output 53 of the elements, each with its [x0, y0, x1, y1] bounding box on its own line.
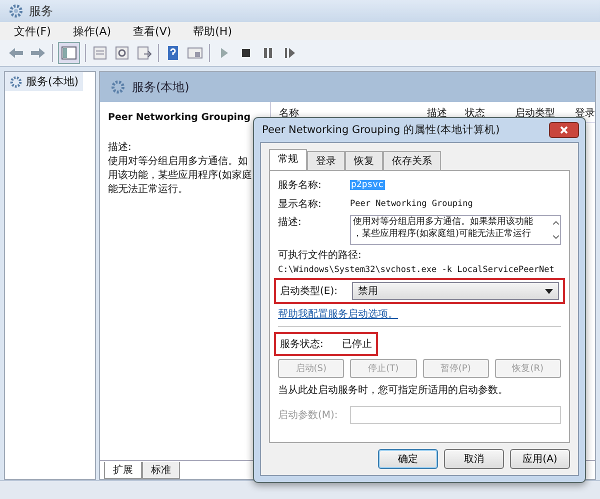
path-value: C:\Windows\System32\svchost.exe -k LocalServicePeerNet: [278, 265, 556, 275]
description-text: 用该功能，某些应用程序(如家庭: [108, 169, 253, 183]
menu-item[interactable]: 查看(V): [133, 24, 172, 38]
path-label: 可执行文件的路径:: [278, 248, 362, 262]
column-header[interactable]: 名称: [271, 106, 419, 120]
tree-item[interactable]: 服务(本地): [5, 72, 83, 91]
help-icon[interactable]: [165, 45, 181, 61]
column-header[interactable]: 启动类型: [507, 106, 567, 120]
back-arrow-icon[interactable]: [8, 45, 24, 61]
field-label: 服务名称:: [278, 179, 322, 192]
help-link[interactable]: 帮助我配置服务启动选项。: [278, 307, 398, 321]
dialog-button[interactable]: 取消: [444, 449, 504, 469]
dropdown-arrow-icon: [545, 288, 553, 294]
properties-icon[interactable]: [92, 45, 108, 61]
menu-item[interactable]: 操作(A): [72, 24, 112, 38]
description-text: 能无法正常运行。: [108, 183, 189, 197]
display-name-value: Peer Networking Grouping: [350, 199, 473, 209]
menu-item[interactable]: 帮助(H): [193, 24, 232, 38]
column-header[interactable]: 描述: [419, 106, 457, 120]
forward-arrow-icon[interactable]: [30, 45, 46, 61]
description-text: 使用对等分组启用多方通信。如: [108, 155, 249, 169]
pane-title: 服务(本地): [132, 78, 190, 96]
export-icon[interactable]: [136, 45, 152, 61]
close-button[interactable]: [549, 122, 579, 138]
service-name-value: p2psvc: [350, 180, 385, 190]
window-title: 服务: [29, 2, 53, 20]
gear-icon: [9, 74, 23, 88]
column-header[interactable]: 登录: [567, 106, 595, 120]
dialog-button[interactable]: 应用(A): [510, 449, 570, 469]
close-icon: [559, 125, 569, 135]
view-tab[interactable]: 扩展: [104, 462, 142, 479]
gear-icon: [110, 79, 126, 95]
field-label: 服务状态:: [280, 338, 324, 351]
dialog-button[interactable]: 确定: [378, 449, 438, 469]
menu-item[interactable]: 文件(F): [14, 24, 51, 38]
gear-icon: [8, 3, 24, 19]
tab[interactable]: 依存关系: [383, 151, 441, 170]
dialog-title: Peer Networking Grouping 的属性(本地计算机): [262, 123, 500, 137]
field-label: 启动类型(E):: [280, 284, 338, 298]
field-label: 启动参数(M):: [278, 408, 339, 422]
tree-pane-icon[interactable]: [59, 43, 79, 63]
hint-text: 当从此处启动服务时，您可指定所适用的启动参数。: [278, 384, 509, 397]
status-value: 已停止: [342, 338, 372, 351]
view-tab[interactable]: 标准: [142, 462, 180, 479]
startup-type-dropdown[interactable]: 禁用: [352, 282, 559, 300]
tab[interactable]: 恢复: [345, 151, 383, 170]
field-label: 显示名称:: [278, 198, 322, 211]
description-label: 描述:: [108, 141, 132, 155]
field-label: 描述:: [278, 216, 302, 229]
service-name: Peer Networking Grouping: [108, 112, 251, 123]
tab[interactable]: 登录: [307, 151, 345, 170]
description-field[interactable]: 使用对等分组启用多方通信。如果禁用该功能 ，某些应用程序(如家庭组)可能无法正常运行: [350, 215, 561, 245]
tab[interactable]: 常规: [269, 149, 307, 170]
